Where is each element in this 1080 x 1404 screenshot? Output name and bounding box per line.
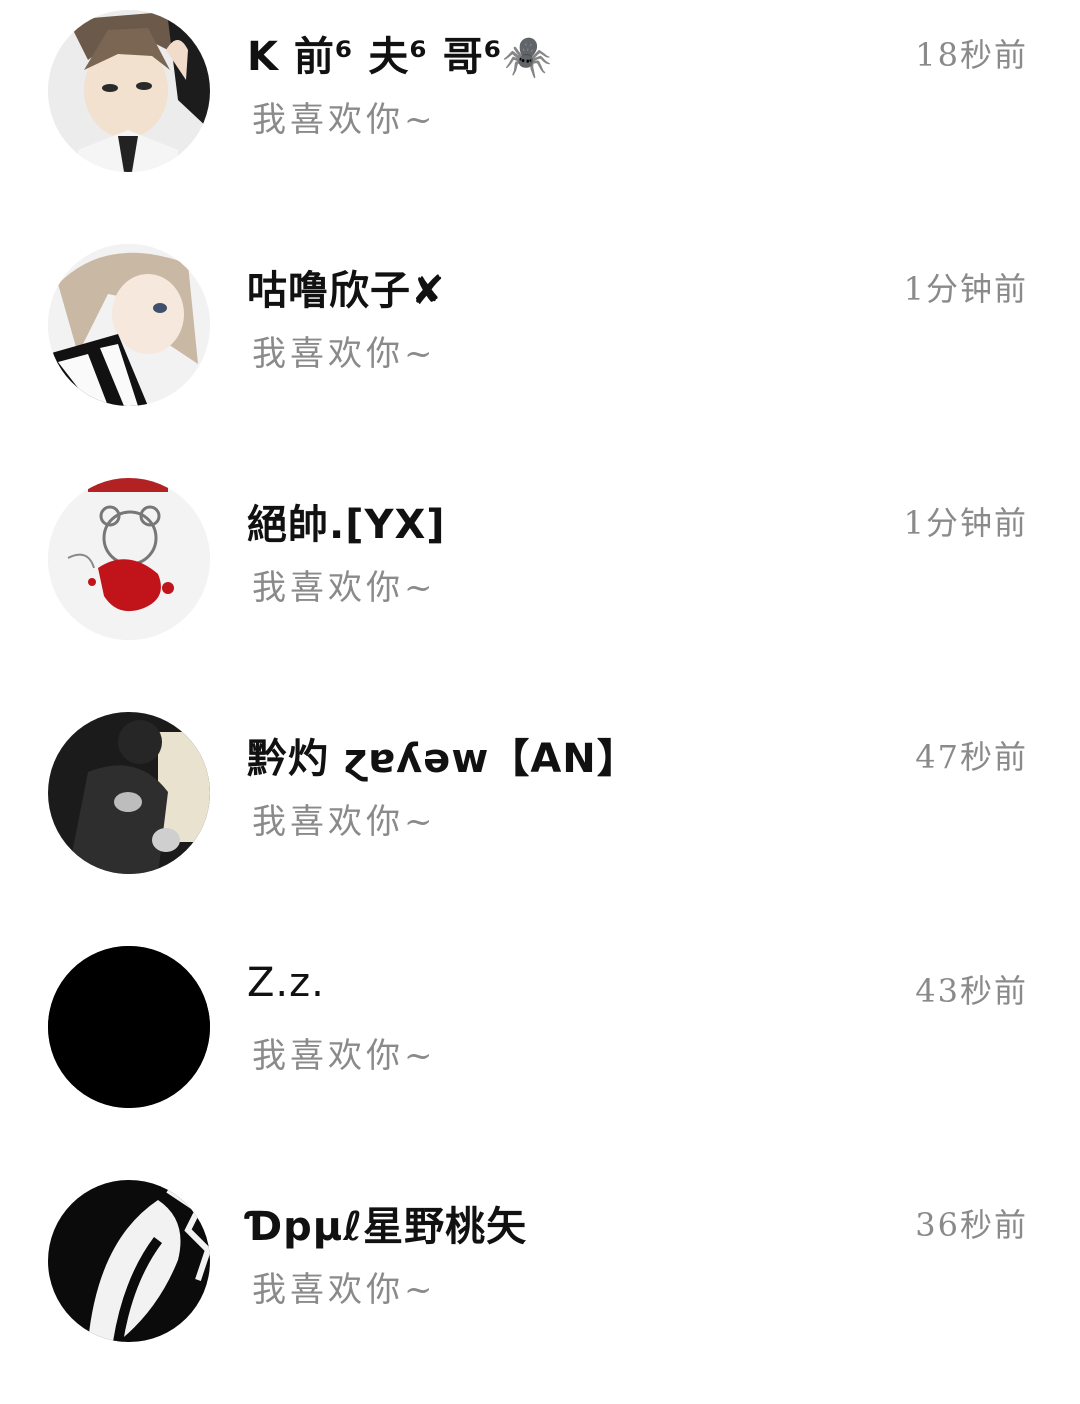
avatar[interactable]	[48, 712, 210, 874]
anime-boy-avatar-icon	[48, 10, 210, 172]
message-time: 18秒前	[915, 36, 1028, 74]
chat-row[interactable]: Z.z. 我喜欢你~ 43秒前	[0, 936, 1080, 1170]
chat-row[interactable]: 黔灼 ɀɐʎǝw【AN】 我喜欢你~ 47秒前	[0, 702, 1080, 936]
message-preview: 我喜欢你~	[252, 100, 437, 140]
avatar[interactable]	[48, 244, 210, 406]
message-time: 47秒前	[915, 738, 1028, 776]
contact-name: 黔灼 ɀɐʎǝw【AN】	[247, 736, 638, 782]
message-time: 1分钟前	[903, 270, 1028, 308]
message-preview: 我喜欢你~	[252, 334, 437, 374]
avatar[interactable]	[48, 1180, 210, 1342]
person-with-cat-avatar-icon	[48, 712, 210, 874]
message-preview: 我喜欢你~	[252, 1036, 437, 1076]
message-time: 43秒前	[915, 972, 1028, 1010]
chat-row[interactable]: Ɗpμℓ星野桃矢 我喜欢你~ 36秒前	[0, 1170, 1080, 1404]
graffiti-bear-avatar-icon	[48, 478, 210, 640]
avatar[interactable]	[48, 478, 210, 640]
black-avatar-icon	[48, 946, 210, 1108]
contact-name: Z.z.	[247, 960, 325, 1006]
avatar[interactable]	[48, 946, 210, 1108]
anime-girl-avatar-icon	[48, 244, 210, 406]
contact-name: Ɗpμℓ星野桃矢	[247, 1204, 528, 1250]
message-preview: 我喜欢你~	[252, 802, 437, 842]
avatar[interactable]	[48, 10, 210, 172]
chat-row[interactable]: 絕帥.[YX] 我喜欢你~ 1分钟前	[0, 468, 1080, 702]
message-time: 36秒前	[915, 1206, 1028, 1244]
contact-name: K 前⁶ 夫⁶ 哥⁶🕷️	[247, 34, 554, 80]
message-time: 1分钟前	[903, 504, 1028, 542]
message-preview: 我喜欢你~	[252, 568, 437, 608]
chat-list: K 前⁶ 夫⁶ 哥⁶🕷️ 我喜欢你~ 18秒前 咕噜欣子✘ 我喜欢你~ 1分钟前	[0, 0, 1080, 1342]
contact-name: 咕噜欣子✘	[247, 268, 446, 314]
contact-name: 絕帥.[YX]	[247, 502, 446, 548]
abstract-bw-avatar-icon	[48, 1180, 210, 1342]
chat-row[interactable]: K 前⁶ 夫⁶ 哥⁶🕷️ 我喜欢你~ 18秒前	[0, 0, 1080, 234]
message-preview: 我喜欢你~	[252, 1270, 437, 1310]
chat-row[interactable]: 咕噜欣子✘ 我喜欢你~ 1分钟前	[0, 234, 1080, 468]
